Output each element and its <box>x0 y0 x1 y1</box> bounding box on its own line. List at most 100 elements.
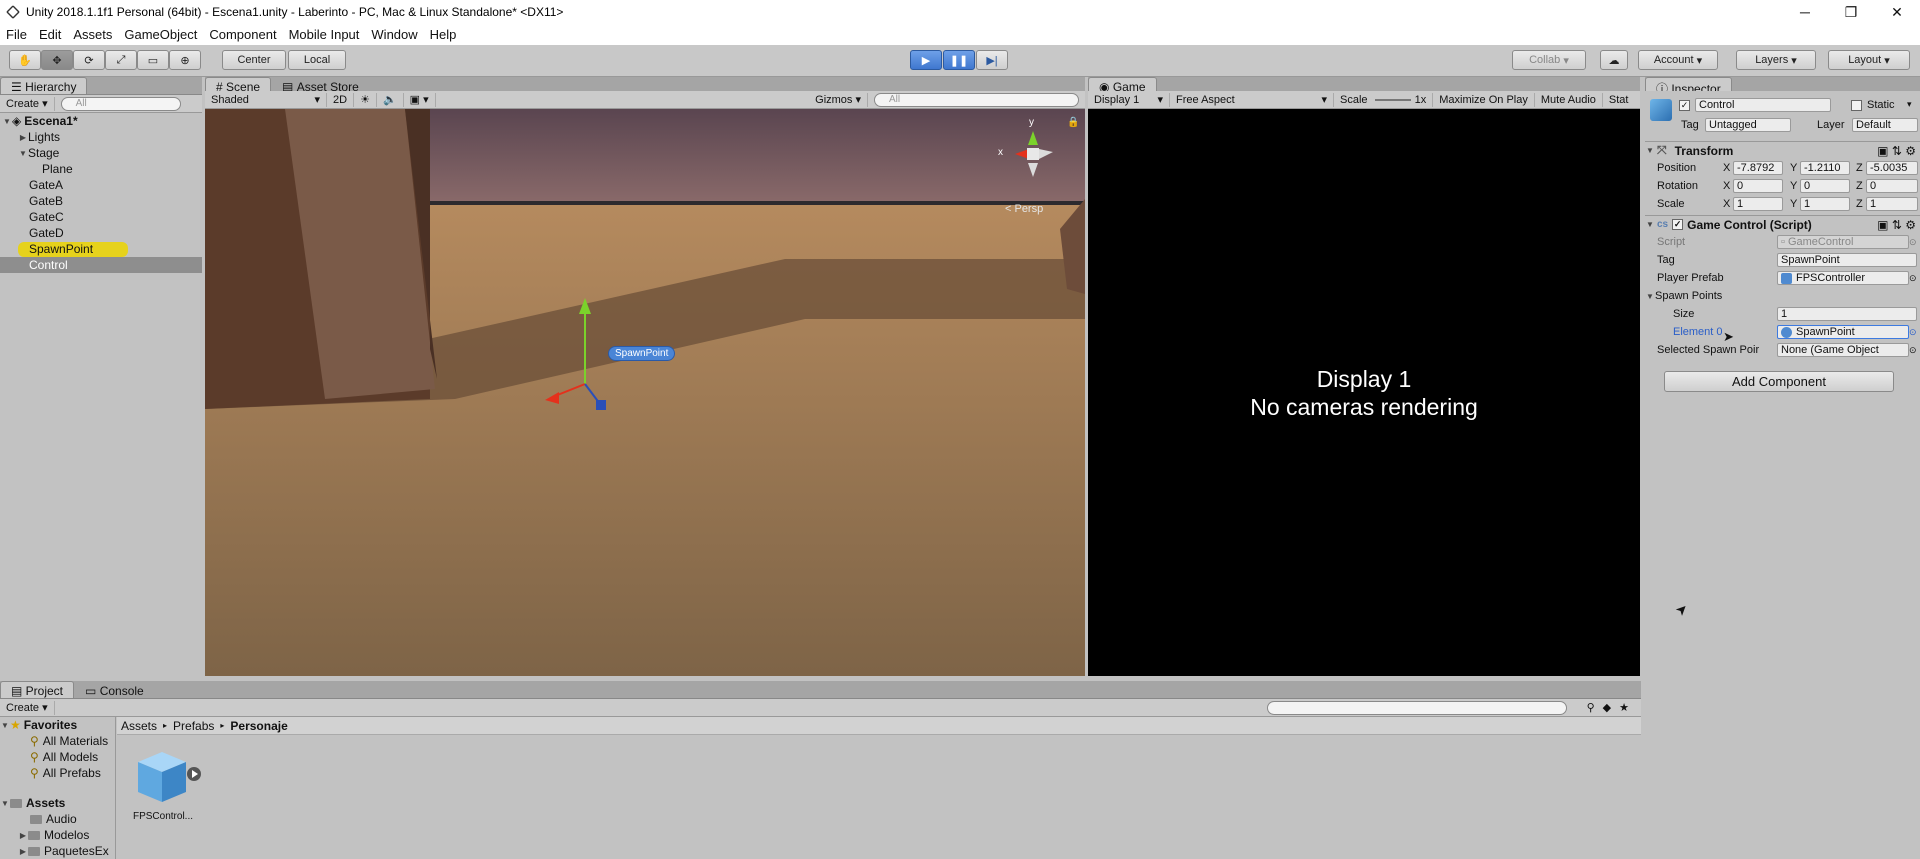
rotation-y-input[interactable]: 0 <box>1800 179 1850 193</box>
hierarchy-item-gatea[interactable]: GateA <box>0 177 202 193</box>
game-control-header[interactable]: ▼ cs ✓ Game Control (Script) ▣ ⇅ ⚙ <box>1645 215 1920 233</box>
expand-icon[interactable]: ▼ <box>1645 146 1655 155</box>
menu-help[interactable]: Help <box>430 27 457 42</box>
minimize-button[interactable]: ─ <box>1782 0 1828 24</box>
account-dropdown[interactable]: Account ▾ <box>1638 50 1718 70</box>
element-0-field[interactable]: SpawnPoint <box>1777 325 1909 339</box>
scale-z-input[interactable]: 1 <box>1866 197 1918 211</box>
scale-slider[interactable]: Scale 1x <box>1334 92 1434 107</box>
menu-component[interactable]: Component <box>209 27 276 42</box>
pivot-center-button[interactable]: Center <box>222 50 286 70</box>
spawnpoint-label[interactable]: SpawnPoint <box>608 346 676 361</box>
object-name-input[interactable]: Control <box>1695 98 1831 112</box>
rotation-x-input[interactable]: 0 <box>1733 179 1783 193</box>
asset-folder[interactable]: Audio <box>0 811 115 827</box>
mute-audio-toggle[interactable]: Mute Audio <box>1535 92 1603 107</box>
projection-label[interactable]: < Persp <box>1005 203 1043 215</box>
collab-button[interactable]: Collab ▾ <box>1512 50 1586 70</box>
position-x-input[interactable]: -7.8792 <box>1733 161 1783 175</box>
component-settings-icon[interactable]: ▣ ⇅ ⚙ <box>1877 218 1916 232</box>
transform-tool-icon[interactable]: ⊕ <box>169 50 201 70</box>
hierarchy-item-gateb[interactable]: GateB <box>0 193 202 209</box>
menu-mobile-input[interactable]: Mobile Input <box>289 27 360 42</box>
gizmos-dropdown[interactable]: Gizmos ▾ <box>809 92 868 107</box>
expand-icon[interactable]: ▼ <box>1645 292 1655 301</box>
project-create-dropdown[interactable]: Create ▾ <box>0 700 55 715</box>
project-search-input[interactable] <box>1266 700 1567 715</box>
favorite-item[interactable]: ⚲ All Prefabs <box>0 765 115 781</box>
expand-icon[interactable]: ▼ <box>0 799 10 808</box>
hierarchy-item-lights[interactable]: ▶ Lights <box>0 129 202 145</box>
menu-file[interactable]: File <box>6 27 27 42</box>
object-picker-icon[interactable]: ⊙ <box>1909 237 1917 248</box>
scale-x-input[interactable]: 1 <box>1733 197 1783 211</box>
filter-by-label-icon[interactable]: ◆ <box>1603 701 1611 714</box>
expand-icon[interactable]: ▼ <box>1645 220 1655 229</box>
slider-track[interactable] <box>1374 98 1411 101</box>
collapsed-icon[interactable]: ▶ <box>18 847 28 856</box>
static-dropdown-icon[interactable]: ▾ <box>1907 99 1912 110</box>
object-picker-icon[interactable]: ⊙ <box>1909 345 1917 356</box>
layers-dropdown[interactable]: Layers ▾ <box>1736 50 1816 70</box>
hierarchy-item-gatec[interactable]: GateC <box>0 209 202 225</box>
tab-project[interactable]: ▤ Project <box>0 681 75 698</box>
scale-tool-icon[interactable]: ⤢ <box>105 50 137 70</box>
breadcrumb-prefabs[interactable]: Prefabs <box>173 719 214 733</box>
scene-row[interactable]: ▼ ◈ Escena1* <box>0 113 202 129</box>
assets-root-row[interactable]: ▼ Assets <box>0 795 115 811</box>
component-enabled-checkbox[interactable]: ✓ <box>1672 219 1684 230</box>
rotation-z-input[interactable]: 0 <box>1866 179 1918 193</box>
shading-mode-dropdown[interactable]: Shaded ▾ <box>205 92 327 107</box>
rotate-tool-icon[interactable]: ⟳ <box>73 50 105 70</box>
transform-header[interactable]: ▼ ⤧ Transform ▣ ⇅ ⚙ <box>1645 141 1920 159</box>
collapsed-icon[interactable]: ▶ <box>18 831 28 840</box>
expand-icon[interactable]: ▼ <box>2 117 12 126</box>
lock-icon[interactable]: 🔒 <box>1067 117 1079 128</box>
step-button[interactable]: ▶| <box>976 50 1008 70</box>
breadcrumb-personaje[interactable]: Personaje <box>230 719 287 733</box>
favorite-item[interactable]: ⚲ All Models <box>0 749 115 765</box>
hierarchy-item-stage[interactable]: ▼ Stage <box>0 145 202 161</box>
move-tool-icon[interactable]: ✥ <box>41 50 73 70</box>
asset-item-fpscontroller[interactable]: FPSControl... <box>128 748 208 828</box>
tag-dropdown[interactable]: Untagged <box>1705 118 1791 132</box>
close-button[interactable]: ✕ <box>1874 0 1920 24</box>
menu-assets[interactable]: Assets <box>73 27 112 42</box>
tag-string-input[interactable]: SpawnPoint <box>1777 253 1917 267</box>
effects-dropdown-icon[interactable]: ▣ ▾ <box>404 92 436 107</box>
audio-toggle-icon[interactable]: 🔈 <box>377 92 404 107</box>
tab-hierarchy[interactable]: ☰ Hierarchy <box>0 77 88 94</box>
menu-window[interactable]: Window <box>371 27 417 42</box>
array-size-input[interactable]: 1 <box>1777 307 1917 321</box>
favorite-item[interactable]: ⚲ All Materials <box>0 733 115 749</box>
scale-y-input[interactable]: 1 <box>1800 197 1850 211</box>
scene-search-input[interactable]: All <box>874 92 1079 107</box>
favorites-row[interactable]: ▼ ★ Favorites <box>0 717 115 733</box>
hierarchy-item-spawnpoint[interactable]: SpawnPoint <box>0 241 202 257</box>
expand-icon[interactable]: ▼ <box>0 721 10 730</box>
collapsed-icon[interactable]: ▶ <box>18 133 28 142</box>
hierarchy-search-input[interactable]: All <box>60 96 181 111</box>
position-z-input[interactable]: -5.0035 <box>1866 161 1918 175</box>
object-picker-icon[interactable]: ⊙ <box>1909 273 1917 284</box>
hand-tool-icon[interactable]: ✋ <box>9 50 41 70</box>
pause-button[interactable]: ❚❚ <box>943 50 975 70</box>
scene-viewport[interactable]: y x < Persp 🔒 SpawnPoint <box>205 109 1085 676</box>
maximize-button[interactable]: ❐ <box>1828 0 1874 24</box>
move-handle-icon[interactable] <box>545 294 665 444</box>
maximize-on-play-toggle[interactable]: Maximize On Play <box>1433 92 1535 107</box>
selected-spawn-field[interactable]: None (Game Object <box>1777 343 1909 357</box>
tab-console[interactable]: ▭ Console <box>74 681 155 698</box>
hierarchy-item-gated[interactable]: GateD <box>0 225 202 241</box>
favorite-star-icon[interactable]: ★ <box>1619 701 1629 714</box>
game-viewport[interactable]: Display 1 No cameras rendering <box>1088 109 1640 676</box>
play-button[interactable]: ▶ <box>910 50 942 70</box>
add-component-button[interactable]: Add Component <box>1664 371 1894 392</box>
component-settings-icon[interactable]: ▣ ⇅ ⚙ <box>1877 144 1916 158</box>
asset-folder[interactable]: ▶ Modelos <box>0 827 115 843</box>
asset-folder[interactable]: ▶ PaquetesEx <box>0 843 115 859</box>
menu-gameobject[interactable]: GameObject <box>124 27 197 42</box>
filter-by-type-icon[interactable]: ⚲ <box>1587 701 1595 714</box>
hierarchy-item-control[interactable]: Control <box>0 257 202 273</box>
spawn-points-row[interactable]: ▼ Spawn Points <box>1645 288 1920 304</box>
